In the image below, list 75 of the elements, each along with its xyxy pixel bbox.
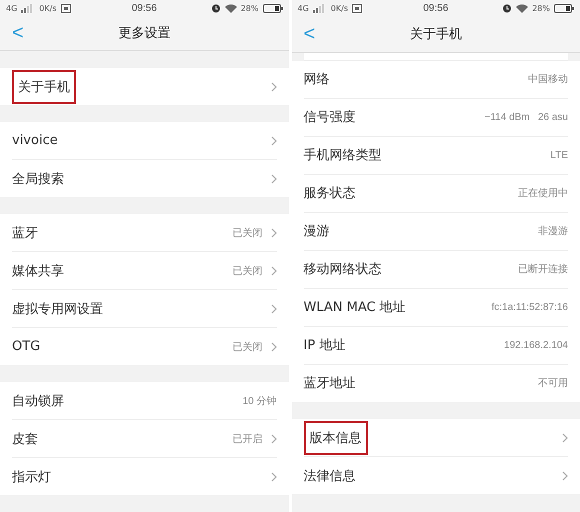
row-label: WLAN MAC 地址 [304, 299, 407, 316]
row-value: LTE [550, 150, 568, 161]
row-label: vivoice [12, 133, 59, 148]
row-value: 已关闭 [232, 340, 262, 354]
settings-row[interactable]: 网络 中国移动 [304, 60, 568, 99]
row-label: 蓝牙地址 [304, 375, 356, 392]
network-speed: 0K/s [330, 4, 348, 13]
page-title: 关于手机 [410, 26, 462, 44]
row-label: 自动锁屏 [12, 392, 65, 410]
battery-icon [554, 4, 574, 13]
signal-icon [312, 4, 327, 13]
battery-percent: 28% [532, 4, 550, 13]
settings-row[interactable]: OTG 已关闭 [12, 328, 276, 366]
sim-icon [60, 4, 70, 13]
wifi-icon [224, 4, 237, 13]
settings-row[interactable]: 全局搜索 [12, 160, 276, 198]
row-label: 法律信息 [304, 468, 356, 485]
row-label: 指示灯 [12, 468, 52, 486]
settings-row[interactable]: 版本信息 [304, 419, 568, 458]
clock: 09:56 [423, 2, 448, 14]
sim-icon [352, 4, 362, 13]
row-label: 版本信息 [304, 420, 368, 455]
row-value: 已断开连接 [518, 262, 568, 276]
row-label: 手机网络类型 [304, 147, 382, 164]
row-value: 已关闭 [232, 264, 262, 278]
row-label: OTG [12, 339, 42, 354]
row-value: 非漫游 [538, 224, 568, 238]
row-label: 移动网络状态 [304, 261, 382, 278]
row-value: −114 dBm 26 asu [484, 112, 568, 123]
row-label: 网络 [304, 71, 330, 88]
settings-row[interactable]: 媒体共享 已关闭 [12, 252, 276, 290]
alarm-icon [210, 3, 221, 14]
settings-row[interactable]: 信号强度 −114 dBm 26 asu [304, 98, 568, 137]
row-label: 关于手机 [12, 70, 76, 104]
row-value: 中国移动 [528, 72, 568, 86]
settings-row[interactable]: vivoice [12, 122, 276, 160]
row-label: 信号强度 [304, 109, 356, 126]
settings-row[interactable]: 蓝牙地址 不可用 [304, 364, 568, 402]
battery-icon [262, 4, 282, 13]
row-value: 已关闭 [232, 226, 262, 240]
network-speed: 0K/s [39, 4, 56, 13]
battery-percent: 28% [240, 4, 258, 13]
row-value: 正在使用中 [518, 186, 568, 200]
row-label: 漫游 [304, 223, 330, 240]
settings-row[interactable]: 法律信息 [304, 457, 568, 494]
network-type: 4G [298, 4, 309, 13]
row-label: 全局搜索 [12, 170, 65, 188]
row-label: 皮套 [12, 430, 39, 448]
alarm-icon [502, 3, 512, 14]
row-value: 192.168.2.104 [504, 340, 568, 351]
settings-row[interactable]: 自动锁屏 10 分钟 [12, 382, 276, 420]
wifi-icon [516, 4, 528, 13]
settings-row[interactable]: 服务状态 正在使用中 [304, 174, 568, 213]
settings-row[interactable]: 虚拟专用网设置 [12, 290, 276, 328]
row-label: 媒体共享 [12, 262, 65, 280]
row-label: 服务状态 [304, 185, 356, 202]
row-value: 10 分钟 [242, 394, 276, 408]
row-value: fc:1a:11:52:87:16 [491, 302, 568, 313]
row-label: IP 地址 [304, 337, 346, 354]
settings-row[interactable]: 漫游 非漫游 [304, 212, 568, 251]
row-label: 虚拟专用网设置 [12, 300, 104, 318]
row-value: 已开启 [232, 432, 262, 446]
settings-row[interactable]: 指示灯 [12, 458, 276, 495]
page-title: 更多设置 [118, 25, 170, 42]
settings-row[interactable]: WLAN MAC 地址 fc:1a:11:52:87:16 [304, 288, 568, 327]
network-type: 4G [6, 4, 18, 13]
settings-row[interactable]: 移动网络状态 已断开连接 [304, 250, 568, 289]
settings-row[interactable]: 皮套 已开启 [12, 420, 276, 458]
settings-row[interactable]: 手机网络类型 LTE [304, 136, 568, 175]
settings-row[interactable]: IP 地址 192.168.2.104 [304, 326, 568, 365]
settings-row[interactable]: 蓝牙 已关闭 [12, 214, 276, 252]
settings-row[interactable]: 关于手机 [12, 68, 276, 106]
row-label: 蓝牙 [12, 224, 39, 242]
row-value: 不可用 [538, 377, 568, 390]
clock: 09:56 [132, 2, 157, 14]
